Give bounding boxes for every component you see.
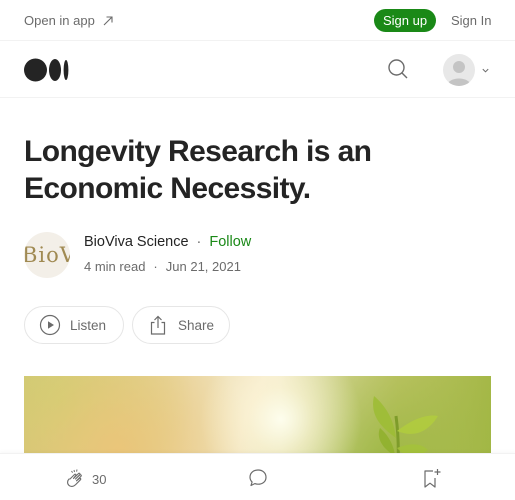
author-name[interactable]: BioViva Science (84, 234, 189, 250)
bottom-action-bar: 30 (0, 453, 515, 500)
open-in-app-link[interactable]: Open in app (24, 13, 113, 28)
search-icon[interactable] (386, 57, 410, 81)
medium-logo-icon[interactable] (24, 58, 70, 82)
top-bar: Open in app Sign up Sign In (0, 0, 515, 41)
separator-dot: · (196, 234, 202, 250)
sign-in-link[interactable]: Sign In (451, 13, 491, 28)
listen-label: Listen (70, 317, 107, 333)
clap-button[interactable]: 30 (64, 468, 106, 490)
sign-up-button[interactable]: Sign up (374, 9, 436, 32)
follow-link[interactable]: Follow (209, 234, 251, 250)
share-label: Share (178, 317, 215, 333)
author-avatar-text: BioV (24, 243, 70, 267)
clap-icon (67, 469, 82, 487)
share-button[interactable]: Share (132, 306, 230, 344)
bookmark-add-icon[interactable] (420, 467, 442, 489)
separator-dot: · (153, 259, 158, 274)
chevron-down-icon (482, 68, 489, 73)
article-title: Longevity Research is an Economic Necess… (24, 135, 372, 205)
listen-button[interactable]: Listen (24, 306, 124, 344)
article-meta: 4 min read · Jun 21, 2021 (84, 259, 241, 274)
user-avatar-icon (443, 54, 475, 86)
publish-date: Jun 21, 2021 (165, 259, 241, 274)
open-in-app-label: Open in app (24, 13, 95, 28)
comment-icon[interactable] (247, 467, 269, 489)
author-line: BioViva Science · Follow (84, 234, 251, 250)
play-circle-icon (39, 314, 61, 336)
read-time: 4 min read (84, 259, 146, 274)
author-avatar[interactable]: BioV (24, 232, 70, 278)
clap-count: 30 (92, 471, 107, 487)
nav-bar (0, 41, 515, 98)
user-menu-button[interactable] (443, 53, 491, 87)
share-icon (150, 315, 166, 335)
arrow-up-right-icon (103, 15, 113, 25)
